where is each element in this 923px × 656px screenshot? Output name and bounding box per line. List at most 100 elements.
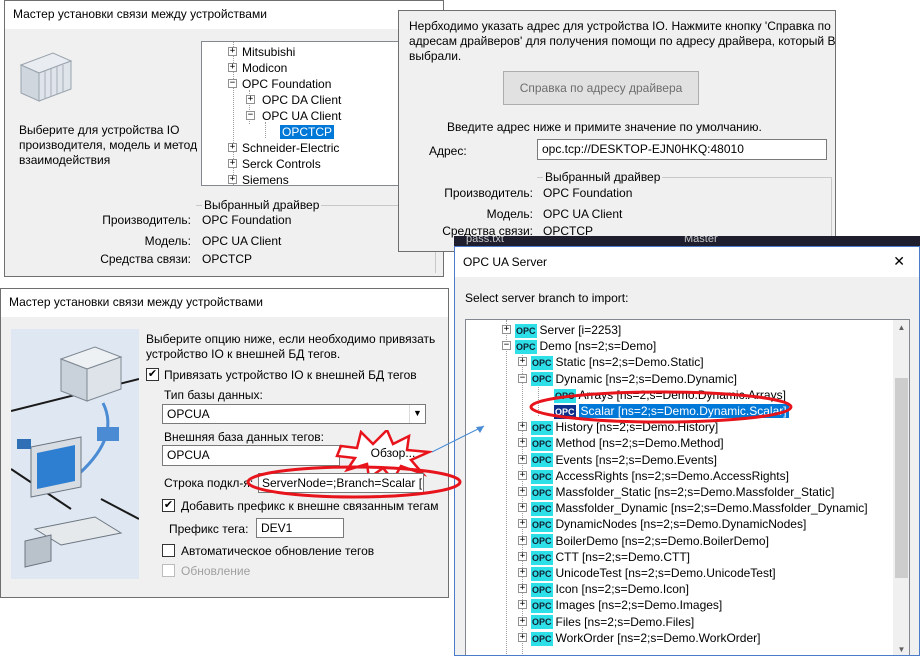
tree-node-work-order[interactable]: + OPC WorkOrder [ns=2;s=Demo.WorkOrder] [518, 630, 760, 646]
expand-icon[interactable]: + [518, 454, 527, 464]
opc-node-icon: OPC [531, 615, 553, 630]
expand-icon[interactable]: + [518, 470, 527, 480]
tree-scrollbar[interactable]: ▲ ▼ [893, 320, 909, 655]
update-checkbox [162, 564, 175, 577]
tree-node-siemens[interactable]: + Siemens [228, 172, 289, 185]
ext-db-label: Внешняя база данных тегов: [164, 430, 324, 444]
opc-node-icon: OPC [515, 340, 537, 355]
bind-checkbox-label: Привязать устройство IO к внешней БД тег… [164, 368, 417, 382]
tree-node-massfolder-static[interactable]: + OPC Massfolder_Static [ns=2;s=Demo.Massf… [518, 484, 834, 500]
master-tab: Master [684, 236, 718, 245]
expand-icon[interactable]: + [518, 632, 527, 642]
opc-node-icon: OPC [531, 453, 553, 468]
tree-node-events[interactable]: + OPC Events [ns=2;s=Demo.Events] [518, 452, 717, 468]
opc-node-icon: OPC [531, 631, 553, 646]
ext-db-input[interactable]: OPCUA [162, 445, 340, 466]
expand-icon[interactable]: + [518, 503, 527, 513]
tree-node-label: BoilerDemo [ns=2;s=Demo.BoilerDemo] [555, 533, 769, 548]
server-body: Select server branch to import: + OPC Serv… [455, 277, 919, 655]
tree-node-icon[interactable]: + OPC Icon [ns=2;s=Demo.Icon] [518, 581, 689, 598]
tree-node-label: Images [ns=2;s=Demo.Images] [555, 598, 723, 613]
add-prefix-checkbox[interactable]: ✔ [162, 499, 175, 512]
tree-node-server[interactable]: + OPC Server [i=2253] [502, 322, 621, 338]
expand-icon[interactable]: + [518, 519, 527, 529]
tree-node-label: Events [ns=2;s=Demo.Events] [555, 452, 717, 467]
address-input[interactable]: opc.tcp://DESKTOP-EJN0HKQ:48010 [537, 139, 827, 160]
tree-node-opctcp[interactable]: OPCTCP [280, 124, 335, 140]
opc-node-icon: OPC [531, 583, 553, 598]
opc-node-icon: OPC [531, 372, 553, 387]
db-type-select[interactable]: OPCUA ▼ [162, 404, 426, 424]
instruction-line2: устройство IO к внешней БД тегов. [146, 347, 341, 361]
driver-address-help-button[interactable]: Справка по адресу драйвера [503, 71, 699, 105]
tree-node-history[interactable]: + OPC History [ns=2;s=Demo.History] [518, 419, 718, 436]
tree-node-label: Arrays [ns=2;s=Demo.Dynamic.Arrays] [578, 387, 786, 402]
tree-node-serck[interactable]: + Serck Controls [228, 156, 321, 172]
tree-node-schneider[interactable]: + Schneider-Electric [228, 140, 339, 156]
tree-node-dynamic[interactable]: − OPC Dynamic [ns=2;s=Demo.Dynamic] [518, 371, 737, 387]
tree-node-boiler-demo[interactable]: + OPC BoilerDemo [ns=2;s=Demo.BoilerDemo] [518, 533, 769, 549]
expand-icon[interactable]: + [228, 47, 237, 56]
tree-node-massfolder-dynamic[interactable]: + OPC Massfolder_Dynamic [ns=2;s=Demo.Mass… [518, 500, 868, 517]
expand-icon[interactable]: + [518, 568, 527, 577]
expand-icon[interactable]: + [518, 422, 527, 432]
expand-icon[interactable]: + [228, 143, 237, 152]
collapse-icon[interactable]: − [228, 79, 237, 88]
instruction-line1: Выберите опцию ниже, если необходимо при… [146, 332, 436, 346]
close-icon[interactable]: ✕ [893, 253, 905, 270]
manufacturer-value: OPC Foundation [202, 213, 292, 227]
expand-icon[interactable]: + [518, 487, 527, 496]
tree-node-dynamic-nodes[interactable]: + OPC DynamicNodes [ns=2;s=Demo.DynamicNod… [518, 516, 806, 533]
collapse-icon[interactable]: − [502, 341, 511, 351]
scroll-up-icon[interactable]: ▲ [893, 320, 909, 336]
tag-prefix-input[interactable]: DEV1 [256, 518, 344, 538]
collapse-icon[interactable]: − [246, 111, 255, 120]
tree-node-static[interactable]: + OPC Static [ns=2;s=Demo.Static] [518, 354, 704, 371]
tree-node-label: UnicodeTest [ns=2;s=Demo.UnicodeTest] [555, 566, 776, 580]
expand-icon[interactable]: + [228, 159, 237, 168]
auto-update-checkbox[interactable] [162, 544, 175, 557]
collapse-icon[interactable]: − [518, 373, 527, 383]
tree-node-mitsubishi[interactable]: + Mitsubishi [228, 44, 295, 60]
tree-node-opc-da-client[interactable]: + OPC DA Client [246, 92, 341, 108]
bind-external-db-checkbox[interactable]: ✔ [146, 368, 159, 381]
tree-node-opc-foundation[interactable]: − OPC Foundation [228, 76, 331, 92]
expand-icon[interactable]: + [518, 438, 527, 448]
server-branch-tree[interactable]: + OPC Server [i=2253] − OPC Demo [ns=2;s=Demo… [465, 319, 910, 655]
tree-node-label: Server [i=2253] [539, 323, 622, 337]
scroll-down-icon[interactable]: ▼ [893, 642, 909, 655]
tree-node-demo[interactable]: − OPC Demo [ns=2;s=Demo] [502, 338, 656, 355]
expand-icon[interactable]: + [518, 551, 527, 561]
tree-node-opc-ua-client[interactable]: − OPC UA Client [246, 108, 341, 124]
browse-button[interactable]: Обзор... [363, 443, 423, 465]
expand-icon[interactable]: + [228, 63, 237, 72]
chevron-down-icon[interactable]: ▼ [409, 405, 425, 423]
tree-node-label: CTT [ns=2;s=Demo.CTT] [555, 549, 690, 564]
window-title: OPC UA Server [455, 247, 919, 275]
tree-node-files[interactable]: + OPC Files [ns=2;s=Demo.Files] [518, 614, 694, 630]
expand-icon[interactable]: + [518, 616, 527, 626]
expand-icon[interactable]: + [228, 175, 237, 184]
expand-icon[interactable]: + [246, 95, 255, 104]
expand-icon[interactable]: + [518, 357, 527, 367]
conn-string-input[interactable]: ServerNode=;Branch=Scalar [ns [258, 473, 424, 493]
model-label: Модель: [486, 207, 533, 221]
tree-node-modicon[interactable]: + Modicon [228, 60, 287, 76]
tree-node-ctt[interactable]: + OPC CTT [ns=2;s=Demo.CTT] [518, 549, 690, 565]
tree-node-images[interactable]: + OPC Images [ns=2;s=Demo.Images] [518, 597, 723, 614]
tree-node-access-rights[interactable]: + OPC AccessRights [ns=2;s=Demo.AccessRigh… [518, 468, 789, 484]
address-label: Адрес: [429, 144, 467, 158]
tree-node-unicode-test[interactable]: + OPC UnicodeTest [ns=2;s=Demo.UnicodeTest… [518, 565, 776, 581]
scroll-thumb[interactable] [895, 378, 908, 578]
opc-node-icon: OPC [515, 323, 537, 338]
tree-node-scalar[interactable]: OPC Scalar [ns=2;s=Demo.Dynamic.Scalar] [534, 403, 789, 419]
expand-icon[interactable]: + [518, 535, 527, 545]
expand-icon[interactable]: + [518, 600, 527, 610]
expand-icon[interactable]: + [502, 325, 511, 334]
tree-node-method[interactable]: + OPC Method [ns=2;s=Demo.Method] [518, 435, 724, 452]
comm-value: OPCTCP [202, 252, 253, 266]
expand-icon[interactable]: + [518, 584, 527, 594]
wizard-body: Выберите для устройства IO производителя… [5, 29, 443, 276]
tree-node-arrays[interactable]: OPC Arrays [ns=2;s=Demo.Dynamic.Arrays] [534, 387, 786, 403]
tree-node-label: WorkOrder [ns=2;s=Demo.WorkOrder] [555, 630, 761, 645]
